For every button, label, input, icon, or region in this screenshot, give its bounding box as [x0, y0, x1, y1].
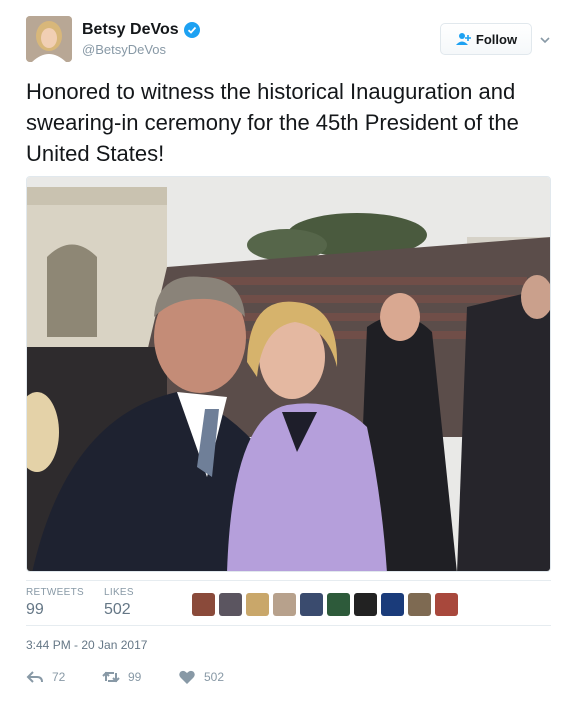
tweet-photo[interactable] — [26, 176, 551, 572]
follow-button[interactable]: Follow — [440, 23, 532, 55]
liker-avatar[interactable] — [381, 593, 404, 616]
follow-button-label: Follow — [475, 31, 518, 47]
verified-icon — [183, 22, 200, 38]
reply-icon — [26, 671, 43, 683]
chevron-down-icon[interactable] — [538, 33, 552, 47]
user-names: Betsy DeVos @BetsyDeVos — [82, 21, 200, 57]
retweet-icon — [102, 671, 120, 683]
likes-value: 502 — [104, 601, 131, 618]
liker-avatar[interactable] — [246, 593, 269, 616]
retweets-stat[interactable]: RETWEETS 99 — [26, 587, 84, 619]
display-name[interactable]: Betsy DeVos — [82, 21, 200, 39]
reply-count: 72 — [52, 670, 66, 684]
liker-avatar[interactable] — [219, 593, 242, 616]
tweet-header: Betsy DeVos @BetsyDeVos Follow — [26, 16, 556, 66]
retweet-action[interactable]: 99 — [102, 669, 178, 685]
likes-label: LIKES — [104, 587, 134, 598]
liker-avatar[interactable] — [300, 593, 323, 616]
retweet-count: 99 — [128, 670, 142, 684]
liker-avatar[interactable] — [327, 593, 350, 616]
liker-avatar[interactable] — [354, 593, 377, 616]
like-count: 502 — [204, 670, 225, 684]
tweet-actions: 72 99 502 — [26, 666, 254, 688]
retweets-label: RETWEETS — [26, 587, 84, 598]
liker-avatars — [192, 593, 458, 616]
reply-action[interactable]: 72 — [26, 669, 102, 685]
display-name-text[interactable]: Betsy DeVos — [82, 21, 179, 39]
tweet-timestamp[interactable]: 3:44 PM - 20 Jan 2017 — [26, 638, 147, 652]
liker-avatar[interactable] — [192, 593, 215, 616]
tweet-stats: RETWEETS 99 LIKES 502 — [26, 580, 551, 626]
likes-stat[interactable]: LIKES 502 — [104, 587, 134, 619]
tweet-text: Honored to witness the historical Inaugu… — [26, 79, 519, 166]
heart-icon — [179, 670, 195, 684]
liker-avatar[interactable] — [435, 593, 458, 616]
like-action[interactable]: 502 — [178, 669, 254, 685]
user-handle[interactable]: @BetsyDeVos — [82, 42, 200, 57]
liker-avatar[interactable] — [273, 593, 296, 616]
liker-avatar[interactable] — [408, 593, 431, 616]
avatar[interactable] — [26, 16, 72, 62]
follow-person-icon — [455, 33, 471, 45]
retweets-value: 99 — [26, 601, 44, 618]
